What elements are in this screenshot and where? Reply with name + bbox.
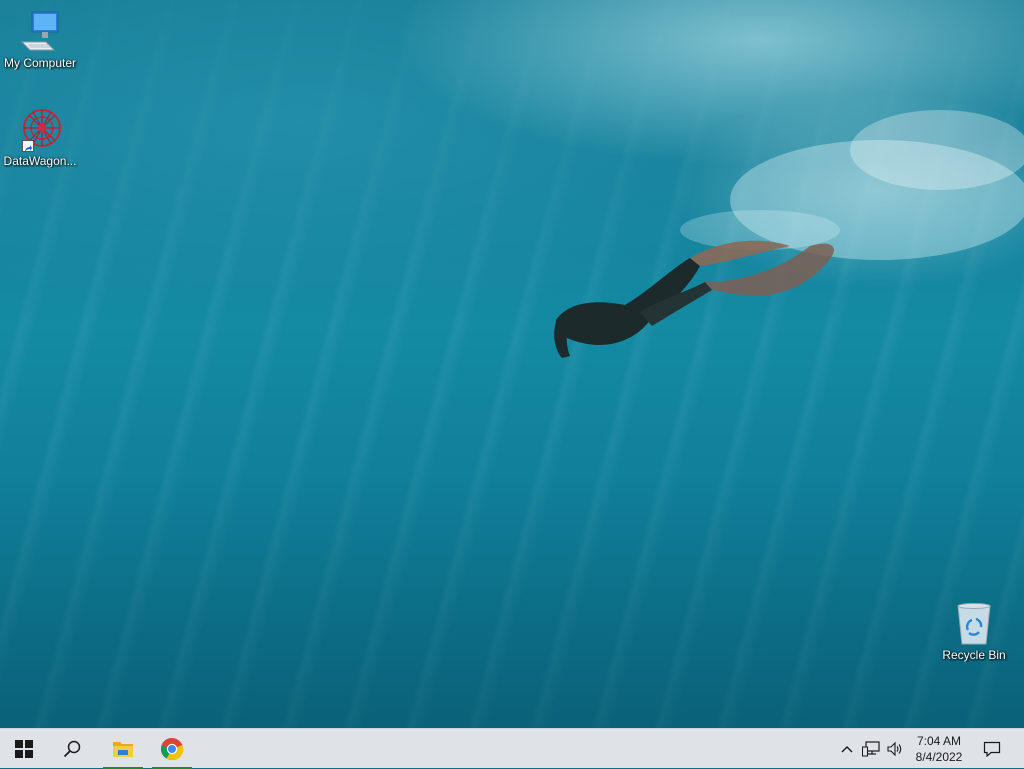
network-tray-button[interactable] <box>860 729 882 769</box>
volume-tray-button[interactable] <box>884 729 906 769</box>
taskbar-app-file-explorer[interactable] <box>103 729 143 769</box>
show-hidden-icons-button[interactable] <box>838 729 856 769</box>
desktop-wallpaper <box>0 0 1024 728</box>
file-explorer-icon <box>113 742 133 757</box>
network-icon <box>862 741 880 757</box>
taskbar-app-chrome[interactable] <box>152 729 192 769</box>
clock-date: 8/4/2022 <box>915 750 963 764</box>
windows-start-icon <box>15 740 33 758</box>
taskbar-clock[interactable]: 7:04 AM 8/4/2022 <box>906 729 972 769</box>
desktop-icon-label: DataWagon... <box>3 154 77 168</box>
taskbar: 7:04 AM 8/4/2022 <box>0 728 1024 769</box>
desktop-icon-label: My Computer <box>3 56 77 70</box>
freediver-figure <box>554 110 1024 358</box>
action-center-button[interactable] <box>978 729 1006 769</box>
recycle-bin-icon <box>950 602 998 646</box>
notification-icon <box>983 741 1001 757</box>
shortcut-arrow-icon <box>22 140 34 152</box>
clock-time: 7:04 AM <box>916 734 962 748</box>
desktop-icon-datawagon[interactable]: DataWagon... <box>0 108 80 168</box>
computer-icon <box>16 10 64 54</box>
chrome-icon <box>160 737 184 761</box>
search-button[interactable] <box>52 729 92 769</box>
search-icon <box>63 740 81 758</box>
start-button[interactable] <box>4 729 44 769</box>
chevron-up-icon <box>841 746 853 753</box>
desktop-icon-label: Recycle Bin <box>942 648 1006 662</box>
desktop-icon-my-computer[interactable]: My Computer <box>0 10 80 70</box>
desktop-icon-recycle-bin[interactable]: Recycle Bin <box>934 602 1014 662</box>
volume-icon <box>887 741 902 757</box>
datawagon-icon <box>16 108 64 152</box>
